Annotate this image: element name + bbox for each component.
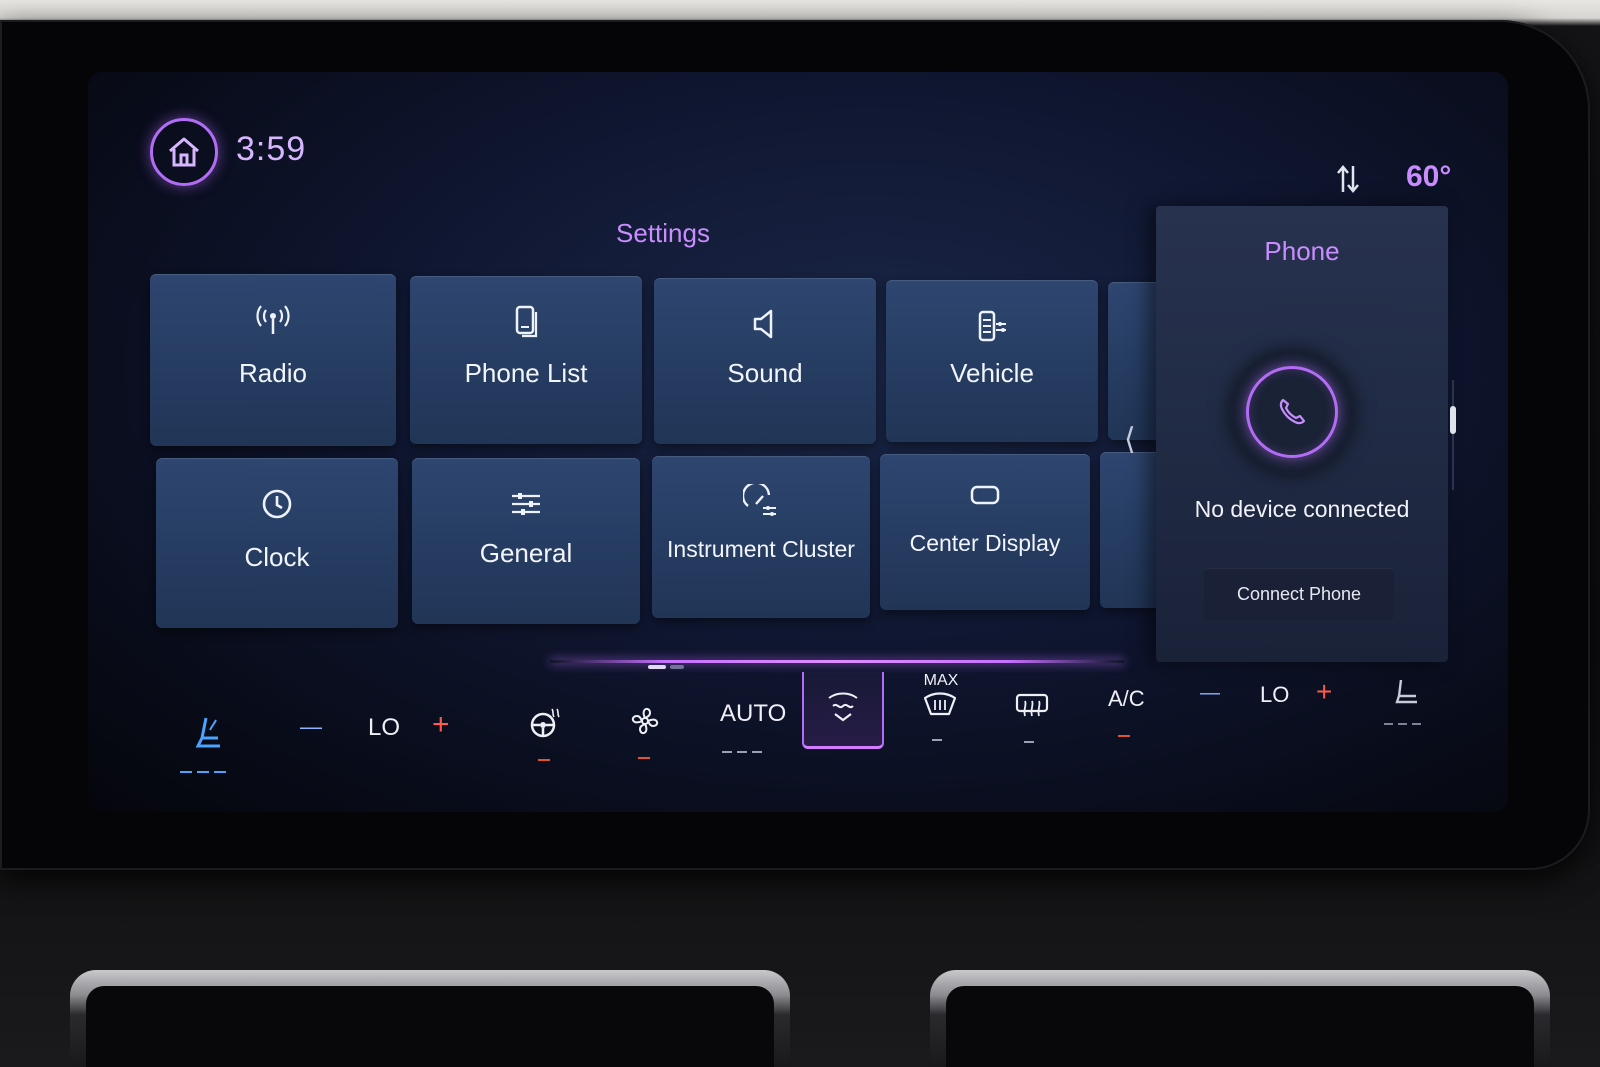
phone-device-icon: [515, 305, 538, 338]
outside-temperature: 60°: [1406, 160, 1452, 193]
infotainment-screen: 3:59 60° Settings Radio Phone List Sound…: [88, 72, 1508, 812]
air-vent-left: [70, 970, 790, 1067]
rear-defrost-icon: [1015, 693, 1049, 717]
fan-icon: [631, 707, 659, 735]
settings-tile-vehicle[interactable]: Vehicle: [886, 280, 1098, 442]
passenger-temp-value: LO: [1260, 682, 1290, 707]
speaker-icon: [753, 309, 773, 339]
phone-status-text: No device connected: [1194, 496, 1410, 522]
ac-label: A/C: [1108, 686, 1145, 711]
ac-indicator: [1118, 724, 1135, 737]
driver-temp-down-button[interactable]: —: [300, 714, 322, 740]
home-button[interactable]: [150, 118, 218, 186]
car-dashboard: 3:59 60° Settings Radio Phone List Sound…: [0, 0, 1600, 1067]
phone-status-ring: [1230, 350, 1354, 474]
tile-label: Instrument Cluster: [667, 536, 855, 562]
passenger-temp-up-button[interactable]: +: [1316, 676, 1332, 708]
page-dot-active: [648, 665, 666, 669]
tile-label: Radio: [239, 358, 307, 388]
settings-tile-partial-right-top[interactable]: [1108, 282, 1156, 440]
passenger-seat-button[interactable]: [1384, 676, 1430, 726]
vehicle-settings-icon: [978, 310, 1006, 342]
sliders-icon: [512, 493, 540, 515]
windshield-defrost-icon: [828, 692, 858, 722]
scroll-track: [1452, 380, 1454, 490]
driver-temp-up-button[interactable]: +: [432, 708, 450, 742]
fan-button[interactable]: [628, 704, 668, 759]
driver-seat-button[interactable]: [180, 712, 240, 773]
scrollbar-handle[interactable]: [1450, 406, 1456, 434]
passenger-seat-indicator: [1384, 712, 1426, 725]
settings-tile-radio[interactable]: Radio: [150, 274, 396, 446]
max-defrost-indicator: [932, 728, 947, 741]
phone-panel-title: Phone: [1264, 236, 1340, 266]
gauge-icon: [743, 484, 776, 516]
radio-antenna-icon: [256, 305, 290, 334]
seat-level-indicator: [180, 760, 231, 773]
sort-arrows-icon[interactable]: [1336, 164, 1360, 194]
heated-steering-button[interactable]: [528, 706, 568, 761]
tile-label: Sound: [727, 358, 803, 388]
tile-label: General: [479, 538, 573, 568]
air-vent-right: [930, 970, 1550, 1067]
home-icon: [169, 137, 199, 167]
rear-defrost-indicator: [1024, 730, 1039, 743]
max-label: MAX: [923, 672, 959, 689]
scroll-back-button[interactable]: ⟨: [1124, 422, 1136, 457]
seat-heat-icon: [195, 717, 220, 748]
driver-temp-value: LO: [368, 714, 401, 741]
windshield-defrost-button[interactable]: [802, 672, 884, 749]
auto-label: AUTO: [720, 700, 787, 727]
settings-tile-clock[interactable]: Clock: [156, 458, 398, 628]
page-title: Settings: [616, 218, 710, 248]
status-clock: 3:59: [236, 130, 307, 168]
connect-phone-button[interactable]: Connect Phone: [1204, 568, 1394, 620]
max-defrost-button[interactable]: MAX: [918, 672, 964, 744]
steering-wheel-heat-icon: [530, 708, 560, 738]
steering-heat-indicator: [538, 748, 555, 761]
settings-tile-phone-list[interactable]: Phone List: [410, 276, 642, 444]
display-icon: [970, 485, 1000, 505]
settings-tile-general[interactable]: General: [412, 458, 640, 624]
fan-level-indicator: [638, 746, 655, 759]
settings-tile-instrument-cluster[interactable]: Instrument Cluster: [652, 456, 870, 618]
settings-tile-center-display[interactable]: Center Display: [880, 454, 1090, 610]
settings-tile-sound[interactable]: Sound: [654, 278, 876, 444]
settings-tile-partial-right-bottom[interactable]: [1100, 452, 1156, 608]
tile-label: Clock: [244, 542, 310, 572]
tile-label: Vehicle: [950, 358, 1034, 388]
max-defrost-icon: [923, 692, 957, 716]
tile-label: Phone List: [464, 358, 588, 388]
tile-label: Center Display: [909, 530, 1061, 556]
auto-climate-button[interactable]: AUTO: [720, 700, 787, 753]
phone-button[interactable]: [1246, 366, 1338, 458]
phone-handset-icon: [1279, 398, 1306, 425]
passenger-seat-icon: [1395, 679, 1417, 704]
auto-indicator: [722, 740, 767, 753]
phone-panel: Phone No device connected Connect Phone: [1156, 206, 1448, 662]
ac-button[interactable]: A/C: [1108, 686, 1158, 737]
page-dot: [670, 665, 684, 669]
climate-glow-line: [550, 660, 1124, 663]
clock-icon: [262, 489, 292, 519]
rear-defrost-button[interactable]: [1014, 692, 1054, 743]
passenger-temp-down-button[interactable]: —: [1200, 682, 1220, 705]
page-indicator: [648, 654, 688, 673]
